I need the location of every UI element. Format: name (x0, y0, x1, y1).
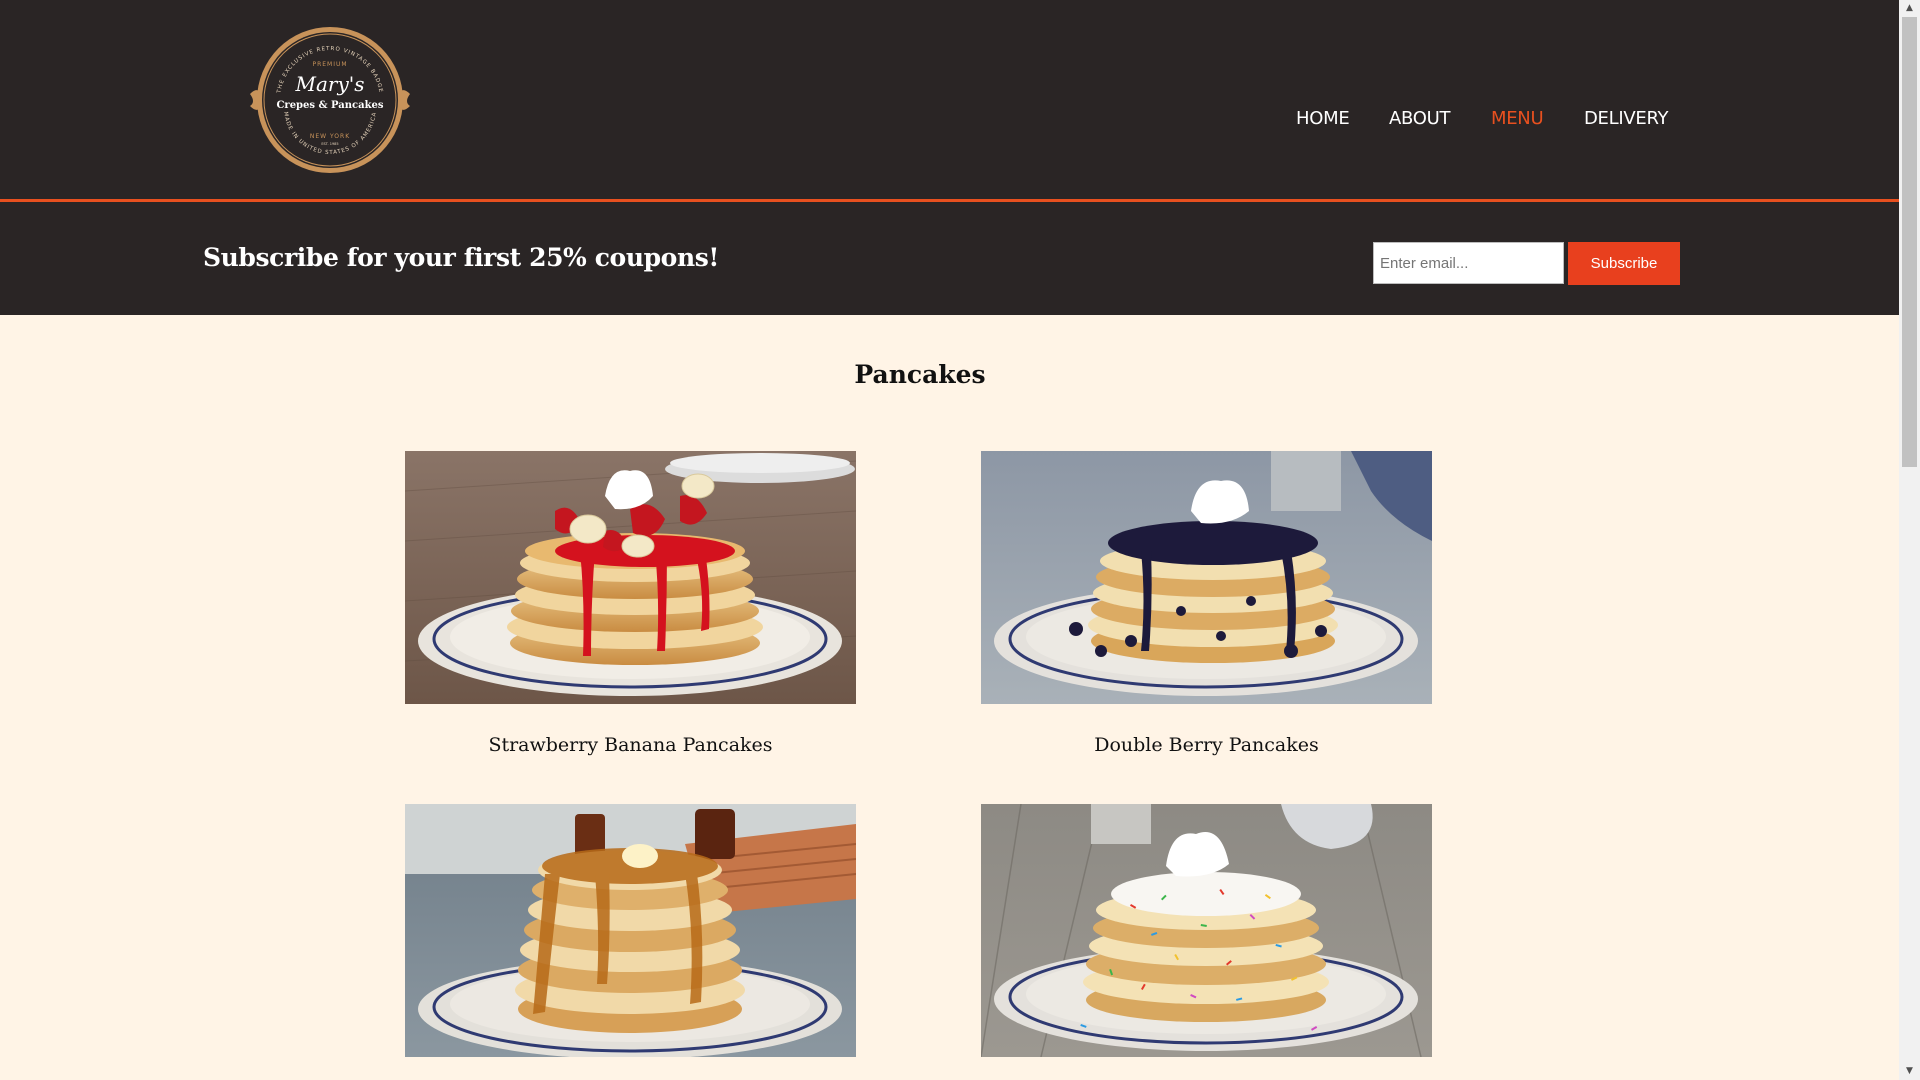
main-nav: HOME ABOUT MENU DELIVERY (0, 108, 1899, 134)
menu-item-title[interactable]: Double Berry Pancakes (981, 734, 1432, 756)
subscribe-button[interactable]: Subscribe (1568, 242, 1680, 285)
strawberry-banana-pancakes-image[interactable] (405, 451, 856, 704)
site-header: THE EXCLUSIVE RETRO VINTAGE BADGE MADE I… (0, 0, 1899, 202)
browser-viewport: THE EXCLUSIVE RETRO VINTAGE BADGE MADE I… (0, 0, 1920, 1080)
section-title: Pancakes (854, 360, 986, 389)
vertical-scrollbar[interactable]: ▲ ▼ (1899, 0, 1920, 1080)
svg-text:EST. 1985: EST. 1985 (321, 142, 338, 146)
nav-item-home[interactable]: HOME (1296, 108, 1350, 129)
svg-text:NEW YORK: NEW YORK (310, 133, 350, 140)
menu-card[interactable] (981, 804, 1432, 1080)
svg-text:Mary's: Mary's (294, 72, 364, 96)
buttermilk-pancakes-syrup-image[interactable] (405, 804, 856, 1057)
menu-item-title[interactable]: Strawberry Banana Pancakes (405, 734, 856, 756)
page-content: THE EXCLUSIVE RETRO VINTAGE BADGE MADE I… (0, 0, 1899, 1080)
nav-item-menu[interactable]: MENU (1491, 108, 1544, 129)
nav-item-delivery[interactable]: DELIVERY (1584, 108, 1669, 129)
scroll-down-arrow-icon[interactable]: ▼ (1899, 1063, 1920, 1080)
scrollbar-thumb[interactable] (1902, 17, 1917, 467)
svg-text:PREMIUM: PREMIUM (312, 61, 347, 68)
subscribe-banner: Subscribe for your first 25% coupons! Su… (0, 202, 1899, 315)
menu-card[interactable]: Double Berry Pancakes (981, 451, 1432, 756)
funfetti-sprinkle-pancakes-image[interactable] (981, 804, 1432, 1057)
nav-item-about[interactable]: ABOUT (1389, 108, 1450, 129)
scroll-up-arrow-icon[interactable]: ▲ (1899, 0, 1920, 17)
brand-logo[interactable]: THE EXCLUSIVE RETRO VINTAGE BADGE MADE I… (246, 24, 414, 176)
menu-card[interactable]: Strawberry Banana Pancakes (405, 451, 856, 756)
double-berry-pancakes-image[interactable] (981, 451, 1432, 704)
subscribe-heading: Subscribe for your first 25% coupons! (203, 243, 719, 272)
email-input[interactable] (1373, 242, 1564, 284)
logo-badge-icon: THE EXCLUSIVE RETRO VINTAGE BADGE MADE I… (250, 27, 410, 173)
menu-card[interactable] (405, 804, 856, 1080)
